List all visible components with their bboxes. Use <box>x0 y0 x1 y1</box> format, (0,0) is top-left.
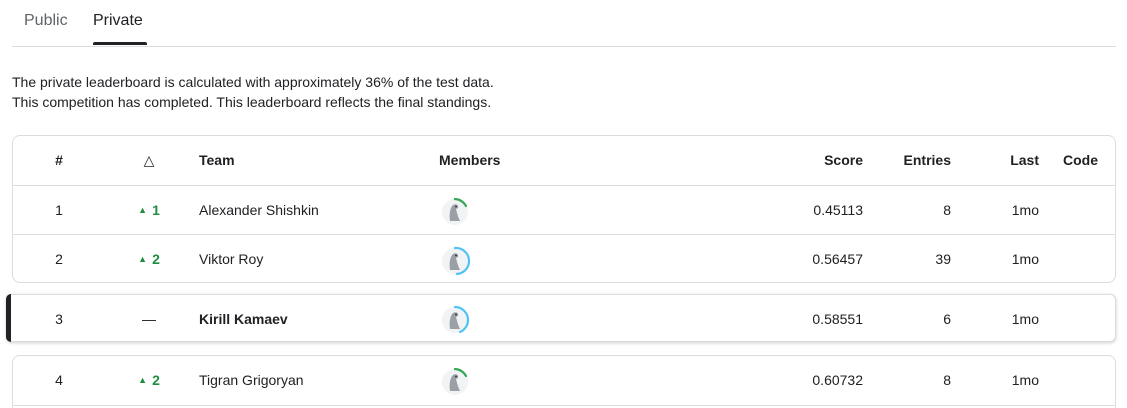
team-name[interactable]: Tigran Grigoryan <box>199 356 304 405</box>
info-line-1: The private leaderboard is calculated wi… <box>12 74 494 90</box>
leaderboard-info: The private leaderboard is calculated wi… <box>12 72 494 112</box>
entries-cell: 8 <box>943 202 951 218</box>
highlight-bar <box>6 294 11 342</box>
score-cell: 0.56457 <box>812 251 863 267</box>
col-last-header[interactable]: Last <box>973 136 1039 185</box>
entries-cell: 6 <box>943 311 951 327</box>
last-submission-cell: 1mo <box>1011 372 1039 388</box>
col-score-header[interactable]: Score <box>763 136 863 185</box>
rank-change-cell: ▲ 1 <box>113 186 185 235</box>
col-code-header: Code <box>1063 152 1098 168</box>
col-members-header: Members <box>439 152 501 168</box>
col-delta-header[interactable]: △ <box>113 136 185 185</box>
user-avatar-icon[interactable] <box>439 304 471 336</box>
score-cell: 0.45113 <box>813 202 863 218</box>
info-line-2: This competition has completed. This lea… <box>12 94 492 110</box>
arrow-up-icon: ▲ <box>138 375 148 385</box>
leaderboard-table-continued: 4 ▲ 2 Tigran Grigoryan 0.60732 8 1mo <box>12 355 1116 408</box>
row-divider <box>13 405 1115 406</box>
rank-cell: 1 <box>55 202 63 218</box>
score-cell: 0.60732 <box>812 372 863 388</box>
user-avatar-icon[interactable] <box>439 366 471 398</box>
arrow-up-icon: ▲ <box>138 254 148 264</box>
last-submission-cell: 1mo <box>1011 251 1039 267</box>
table-header: # △ Team Members Score Entries Last Code <box>13 136 1115 185</box>
table-row: 3 — Kirill Kamaev 0.58551 6 1mo <box>13 295 1117 343</box>
leaderboard-table: # △ Team Members Score Entries Last Code… <box>12 135 1116 283</box>
user-avatar-icon[interactable] <box>439 245 471 277</box>
leaderboard-tabs: Public Private <box>12 0 1116 47</box>
team-name[interactable]: Alexander Shishkin <box>199 186 319 235</box>
active-tab-indicator <box>93 42 147 45</box>
table-row[interactable]: 4 ▲ 2 Tigran Grigoryan 0.60732 8 1mo <box>13 356 1115 405</box>
rank-change-cell: — <box>142 311 156 327</box>
rank-change-value: 2 <box>152 251 160 267</box>
team-name[interactable]: Viktor Roy <box>199 235 263 284</box>
rank-change-value: 1 <box>152 202 160 218</box>
rank-change-value: 2 <box>152 372 160 388</box>
entries-cell: 39 <box>935 251 951 267</box>
team-name[interactable]: Kirill Kamaev <box>199 295 288 343</box>
last-submission-cell: 1mo <box>1011 311 1039 327</box>
rank-cell: 3 <box>55 311 63 327</box>
table-row[interactable]: 1 ▲ 1 Alexander Shishkin 0.45113 8 1mo <box>13 185 1115 234</box>
user-avatar-icon[interactable] <box>439 196 471 228</box>
col-team-header[interactable]: Team <box>199 136 235 185</box>
rank-change-cell: ▲ 2 <box>113 356 185 405</box>
last-submission-cell: 1mo <box>1011 202 1039 218</box>
col-entries-header[interactable]: Entries <box>873 136 951 185</box>
tab-private[interactable]: Private <box>93 12 143 30</box>
rank-change-cell: ▲ 2 <box>113 235 185 284</box>
arrow-up-icon: ▲ <box>138 205 148 215</box>
entries-cell: 8 <box>943 372 951 388</box>
col-rank-header[interactable]: # <box>13 136 105 185</box>
current-user-row[interactable]: 3 — Kirill Kamaev 0.58551 6 1mo <box>6 294 1116 342</box>
rank-cell: 2 <box>55 251 63 267</box>
rank-cell: 4 <box>55 372 63 388</box>
score-cell: 0.58551 <box>812 311 863 327</box>
tab-public[interactable]: Public <box>24 12 68 30</box>
table-row[interactable]: 2 ▲ 2 Viktor Roy 0.56457 39 1mo <box>13 234 1115 283</box>
